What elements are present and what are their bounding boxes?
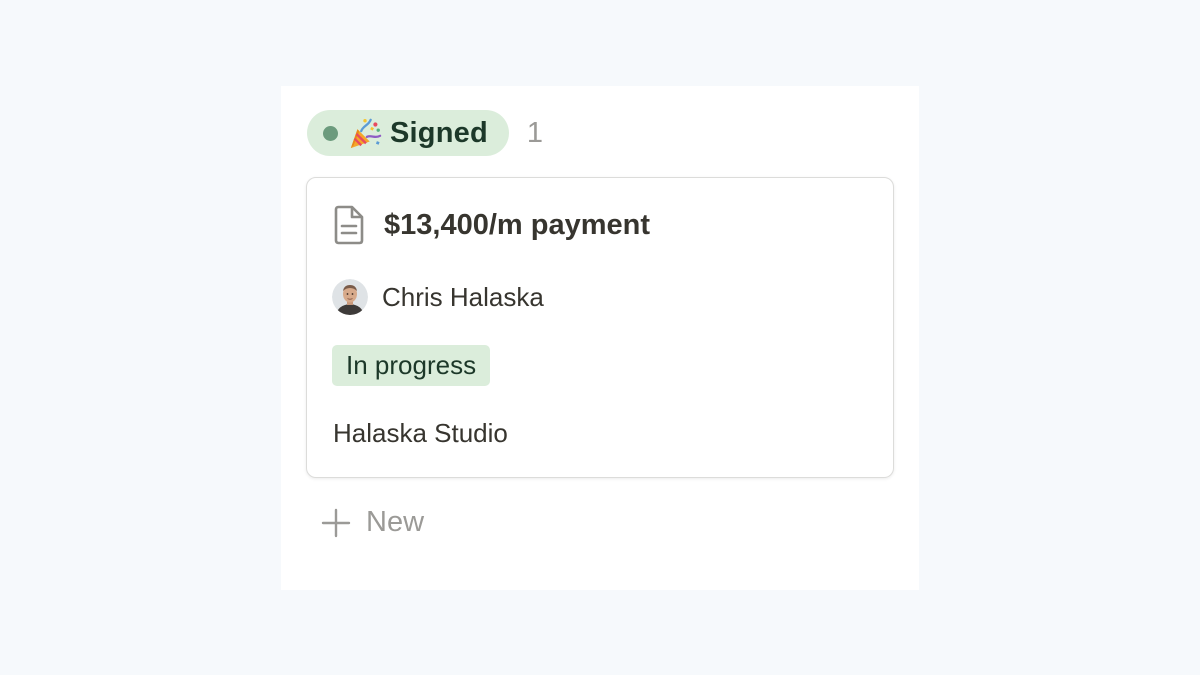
board-column: Signed 1 $13,400/m payment Chris Halaska… xyxy=(281,86,919,590)
status-dot xyxy=(323,125,338,141)
document-icon xyxy=(332,205,384,245)
new-card-label: New xyxy=(366,506,425,538)
board-card[interactable]: $13,400/m payment Chris Halaska In progr… xyxy=(306,177,894,478)
assignee-name: Chris Halaska xyxy=(382,281,544,312)
avatar xyxy=(332,279,382,315)
assignee[interactable]: Chris Halaska xyxy=(332,279,544,315)
card-title-row: $13,400/m payment xyxy=(332,205,650,245)
group-count: 1 xyxy=(526,116,544,149)
group-header: Signed 1 xyxy=(307,110,543,156)
card-title: $13,400/m payment xyxy=(384,208,650,241)
plus-icon xyxy=(321,508,366,538)
party-popper-icon xyxy=(348,116,390,150)
company-name: Halaska Studio xyxy=(333,418,508,448)
status-group-pill[interactable]: Signed xyxy=(307,110,509,156)
status-tag[interactable]: In progress xyxy=(332,345,491,386)
status-group-label: Signed xyxy=(390,116,488,149)
new-card-button[interactable]: New xyxy=(321,506,424,539)
